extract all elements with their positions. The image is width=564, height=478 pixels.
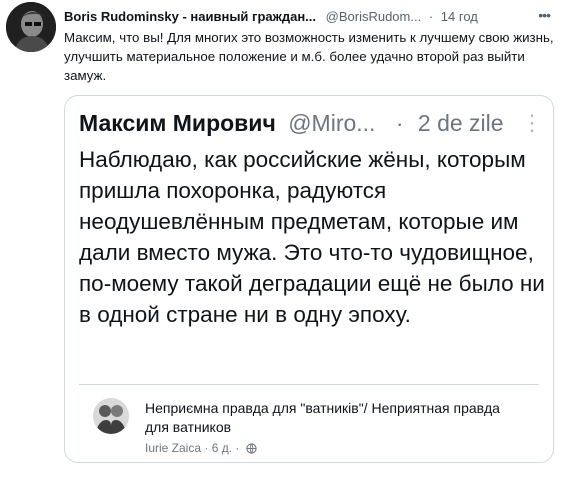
quoted-author-name: Максим Мирович <box>79 110 276 136</box>
page-name: Iurie Zaica <box>145 441 202 455</box>
tweet-text: Максим, что вы! Для многих это возможнос… <box>64 30 554 83</box>
timestamp[interactable]: 14 год <box>441 9 478 24</box>
page-avatar <box>93 398 129 434</box>
quoted-post-header: Максим Мирович @Miro... · 2 de zile ⋮ <box>79 108 543 138</box>
quoted-post-image[interactable]: Максим Мирович @Miro... · 2 de zile ⋮ На… <box>64 95 554 463</box>
more-horizontal-icon[interactable]: ••• <box>538 8 551 22</box>
page-separator: · <box>204 441 209 455</box>
page-title: Неприємна правда для "ватників"/ Неприят… <box>145 400 500 435</box>
more-vertical-icon: ⋮ <box>521 110 543 135</box>
author-handle[interactable]: @BorisRudom... <box>326 9 422 24</box>
avatar-image <box>6 2 56 52</box>
page-avatar-image <box>93 398 129 434</box>
quoted-author-handle: @Miro... <box>288 110 376 136</box>
avatar[interactable] <box>6 2 56 52</box>
author-name[interactable]: Boris Rudominsky - наивный граждан... <box>64 9 316 24</box>
globe-icon <box>246 443 257 454</box>
page-time: 6 д. <box>211 441 233 455</box>
page-meta-separator: · <box>235 441 240 455</box>
page-meta: Iurie Zaica · 6 д. · <box>145 441 257 455</box>
quoted-timestamp: 2 de zile <box>417 110 504 136</box>
divider <box>79 384 539 385</box>
tweet[interactable]: Boris Rudominsky - наивный граждан... @B… <box>0 0 564 478</box>
quoted-post-text: Наблюдаю, как российские жёны, которым п… <box>79 147 545 327</box>
quoted-separator-dot: · <box>395 110 404 136</box>
tweet-header: Boris Rudominsky - наивный граждан... @B… <box>64 8 554 28</box>
separator-dot: · <box>428 9 434 24</box>
